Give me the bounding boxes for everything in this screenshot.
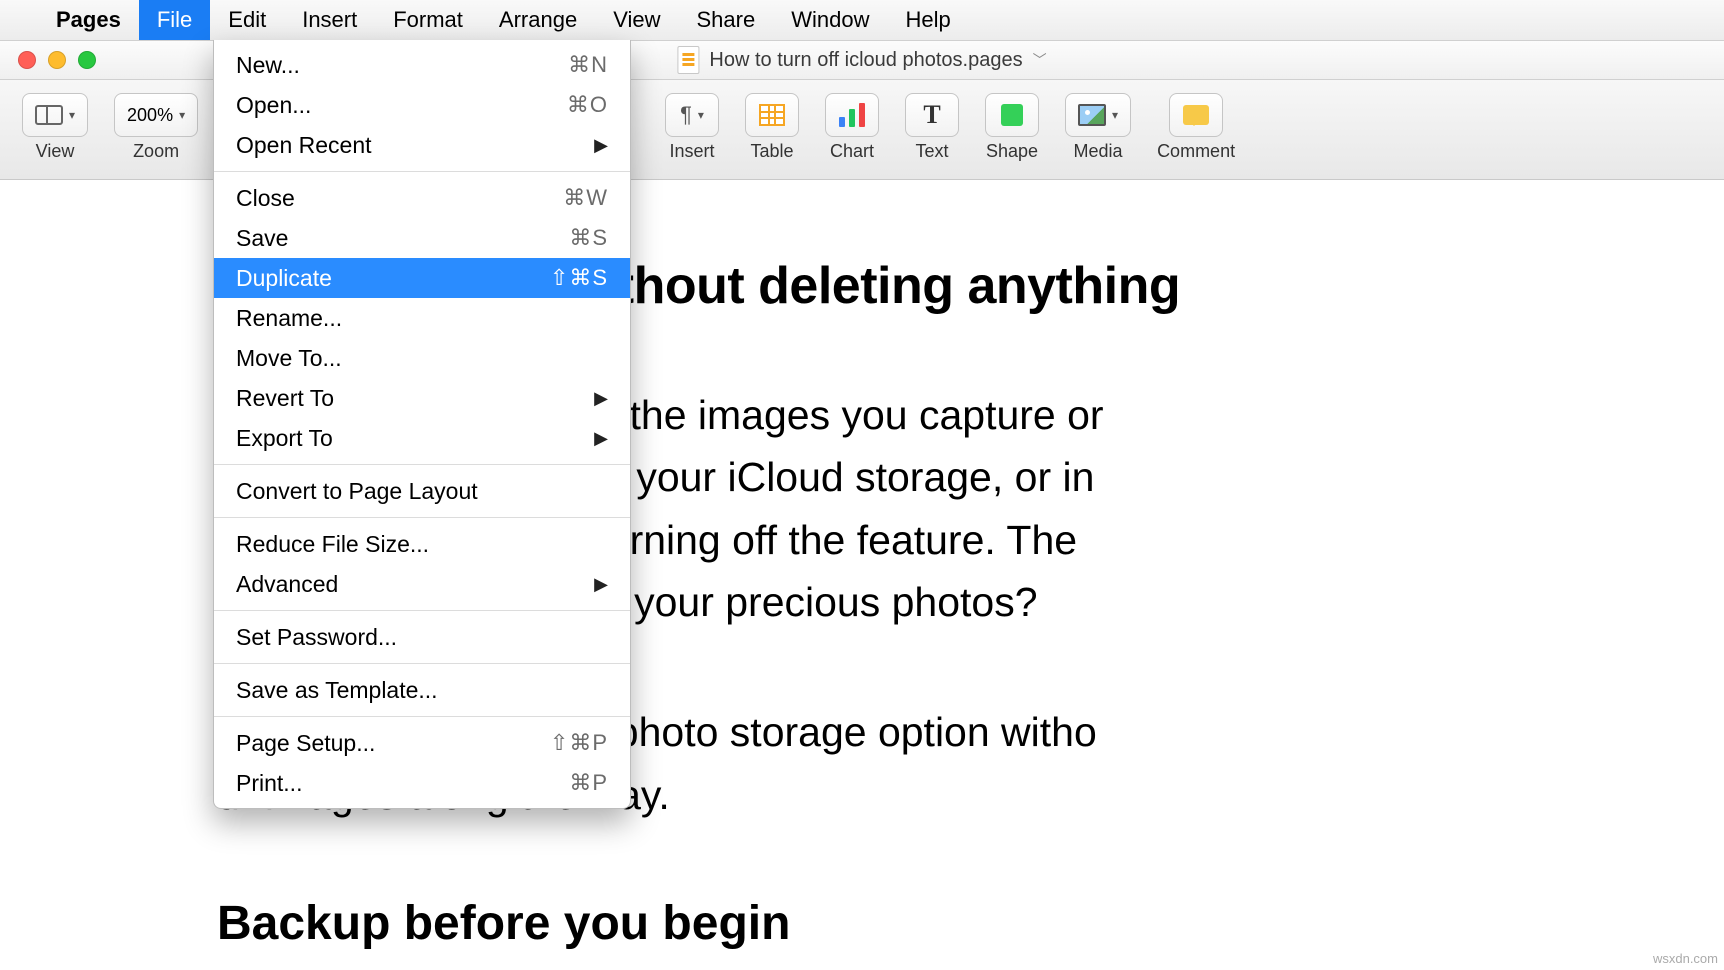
menu-item-label: Convert to Page Layout	[236, 478, 478, 505]
chevron-down-icon: ﹀	[1033, 50, 1047, 70]
menu-item-label: Revert To	[236, 385, 334, 412]
menubar-share[interactable]: Share	[679, 0, 774, 40]
chart-icon	[838, 103, 866, 127]
media-label: Media	[1074, 141, 1123, 162]
watermark: wsxdn.com	[1653, 951, 1718, 966]
menubar-window[interactable]: Window	[773, 0, 887, 40]
text-icon: T	[923, 100, 940, 130]
system-menubar: Pages File Edit Insert Format Arrange Vi…	[0, 0, 1724, 40]
file-menu-print[interactable]: Print... ⌘P	[214, 763, 630, 803]
menu-item-shortcut: ⌘O	[567, 92, 608, 118]
shape-label: Shape	[986, 141, 1038, 162]
chevron-down-icon: ▾	[69, 108, 75, 122]
menubar-edit[interactable]: Edit	[210, 0, 284, 40]
document-title-text: How to turn off icloud photos.pages	[709, 49, 1022, 72]
menubar-insert[interactable]: Insert	[284, 0, 375, 40]
file-menu-save-as-template[interactable]: Save as Template...	[214, 670, 630, 710]
file-menu-new[interactable]: New... ⌘N	[214, 45, 630, 85]
document-heading-2: Backup before you begin	[217, 896, 1724, 951]
view-button[interactable]: ▾	[22, 93, 88, 137]
menu-item-label: Export To	[236, 425, 333, 452]
menu-item-label: Move To...	[236, 345, 342, 372]
text-button[interactable]: T	[905, 93, 959, 137]
menu-item-label: New...	[236, 52, 300, 79]
insert-button[interactable]: ¶ ▾	[665, 93, 719, 137]
chevron-down-icon: ▾	[179, 108, 185, 122]
menubar-app[interactable]: Pages	[38, 0, 139, 40]
menu-item-label: Duplicate	[236, 265, 332, 292]
comment-label: Comment	[1157, 141, 1235, 162]
menu-item-label: Close	[236, 185, 295, 212]
fullscreen-window-button[interactable]	[78, 51, 96, 69]
traffic-lights	[18, 51, 96, 69]
file-menu-close[interactable]: Close ⌘W	[214, 178, 630, 218]
menu-item-label: Reduce File Size...	[236, 531, 429, 558]
chevron-down-icon: ▾	[1112, 108, 1118, 122]
file-menu-export-to[interactable]: Export To ▶	[214, 418, 630, 458]
file-menu-dropdown: New... ⌘N Open... ⌘O Open Recent ▶ Close ⌘W Save…	[213, 40, 631, 809]
table-label: Table	[751, 141, 794, 162]
zoom-button[interactable]: 200% ▾	[114, 93, 198, 137]
menu-item-label: Print...	[236, 770, 302, 797]
text-label: Text	[916, 141, 949, 162]
file-menu-open-recent[interactable]: Open Recent ▶	[214, 125, 630, 165]
shape-icon	[998, 101, 1026, 129]
pages-document-icon	[677, 46, 699, 74]
menu-item-label: Save	[236, 225, 288, 252]
menubar-arrange[interactable]: Arrange	[481, 0, 595, 40]
menu-item-label: Set Password...	[236, 624, 397, 651]
file-menu-advanced[interactable]: Advanced ▶	[214, 564, 630, 604]
media-button[interactable]: ▾	[1065, 93, 1131, 137]
file-menu-save[interactable]: Save ⌘S	[214, 218, 630, 258]
file-menu-open[interactable]: Open... ⌘O	[214, 85, 630, 125]
view-icon	[35, 101, 63, 129]
minimize-window-button[interactable]	[48, 51, 66, 69]
menu-item-label: Rename...	[236, 305, 342, 332]
menu-item-label: Page Setup...	[236, 730, 375, 757]
menu-item-label: Advanced	[236, 571, 338, 598]
file-menu-move-to[interactable]: Move To...	[214, 338, 630, 378]
file-menu-rename[interactable]: Rename...	[214, 298, 630, 338]
file-menu-convert-to-page-layout[interactable]: Convert to Page Layout	[214, 471, 630, 511]
table-icon	[758, 101, 786, 129]
menu-item-shortcut: ⌘P	[569, 770, 608, 796]
menubar-help[interactable]: Help	[887, 0, 968, 40]
view-label: View	[36, 141, 75, 162]
menubar-format[interactable]: Format	[375, 0, 481, 40]
submenu-arrow-icon: ▶	[594, 388, 608, 409]
paragraph-icon: ¶	[680, 102, 692, 128]
file-menu-reduce-file-size[interactable]: Reduce File Size...	[214, 524, 630, 564]
table-button[interactable]	[745, 93, 799, 137]
chevron-down-icon: ▾	[698, 108, 704, 122]
media-icon	[1078, 101, 1106, 129]
document-title[interactable]: How to turn off icloud photos.pages ﹀	[677, 46, 1046, 74]
menu-item-shortcut: ⌘S	[569, 225, 608, 251]
menu-item-shortcut: ⌘W	[563, 185, 608, 211]
comment-button[interactable]	[1169, 93, 1223, 137]
submenu-arrow-icon: ▶	[594, 428, 608, 449]
chart-button[interactable]	[825, 93, 879, 137]
shape-button[interactable]	[985, 93, 1039, 137]
chart-label: Chart	[830, 141, 874, 162]
zoom-label: Zoom	[133, 141, 179, 162]
menu-item-shortcut: ⇧⌘P	[550, 730, 608, 756]
submenu-arrow-icon: ▶	[594, 574, 608, 595]
file-menu-duplicate[interactable]: Duplicate ⇧⌘S	[214, 258, 630, 298]
menubar-file[interactable]: File	[139, 0, 210, 40]
menu-item-label: Open Recent	[236, 132, 372, 159]
menu-item-shortcut: ⌘N	[568, 52, 608, 78]
comment-icon	[1182, 101, 1210, 129]
submenu-arrow-icon: ▶	[594, 135, 608, 156]
menu-item-label: Save as Template...	[236, 677, 438, 704]
menubar-view[interactable]: View	[595, 0, 678, 40]
zoom-value: 200%	[127, 105, 173, 126]
insert-label: Insert	[670, 141, 715, 162]
menu-item-shortcut: ⇧⌘S	[550, 265, 608, 291]
menu-item-label: Open...	[236, 92, 311, 119]
file-menu-revert-to[interactable]: Revert To ▶	[214, 378, 630, 418]
file-menu-page-setup[interactable]: Page Setup... ⇧⌘P	[214, 723, 630, 763]
file-menu-set-password[interactable]: Set Password...	[214, 617, 630, 657]
close-window-button[interactable]	[18, 51, 36, 69]
